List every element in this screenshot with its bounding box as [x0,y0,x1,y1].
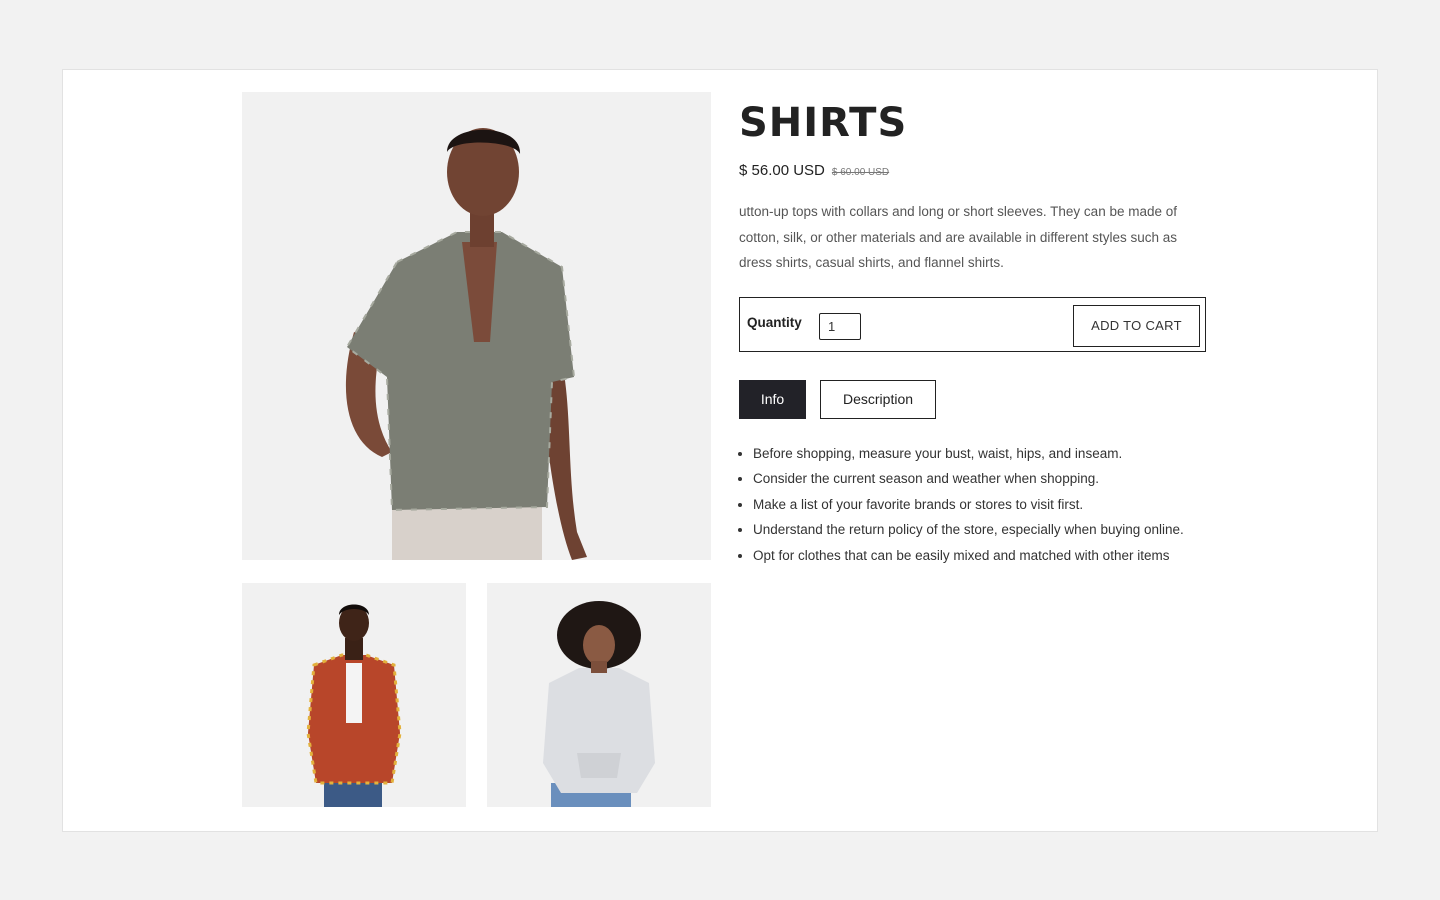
price-row: $ 56.00 USD $ 60.00 USD [739,162,1209,179]
quantity-label: Quantity [747,314,802,330]
info-bullet-list: Before shopping, measure your bust, wais… [739,441,1209,569]
model-colorful-jacket-image [242,583,466,807]
product-description: utton-up tops with collars and long or s… [739,204,1177,270]
product-thumbnail-1[interactable] [242,583,466,807]
add-to-cart-button[interactable]: ADD TO CART [1073,304,1200,347]
model-grey-hoodie-image [487,583,711,807]
quantity-input[interactable] [819,312,861,340]
product-main-image[interactable] [242,92,711,560]
product-thumbnail-2[interactable] [487,583,711,807]
model-patterned-shirt-image [242,92,711,560]
tab-info[interactable]: Info [739,379,806,419]
product-card: SHIRTS $ 56.00 USD $ 60.00 USD utton-up … [62,69,1378,832]
list-item: Make a list of your favorite brands or s… [753,492,1209,518]
list-item: Opt for clothes that can be easily mixed… [753,543,1209,569]
list-item: Consider the current season and weather … [753,466,1209,492]
add-to-cart-form: Quantity ADD TO CART [739,296,1206,352]
product-compare-price: $ 60.00 USD [831,167,890,178]
list-item: Understand the return policy of the stor… [753,517,1209,543]
tab-description[interactable]: Description [820,379,936,419]
list-item: Before shopping, measure your bust, wais… [753,441,1209,467]
info-tabs: Info Description [739,379,1209,419]
product-price: $ 56.00 USD [739,162,825,179]
product-title: SHIRTS [739,100,908,146]
product-info: SHIRTS $ 56.00 USD $ 60.00 USD utton-up … [739,92,1209,568]
